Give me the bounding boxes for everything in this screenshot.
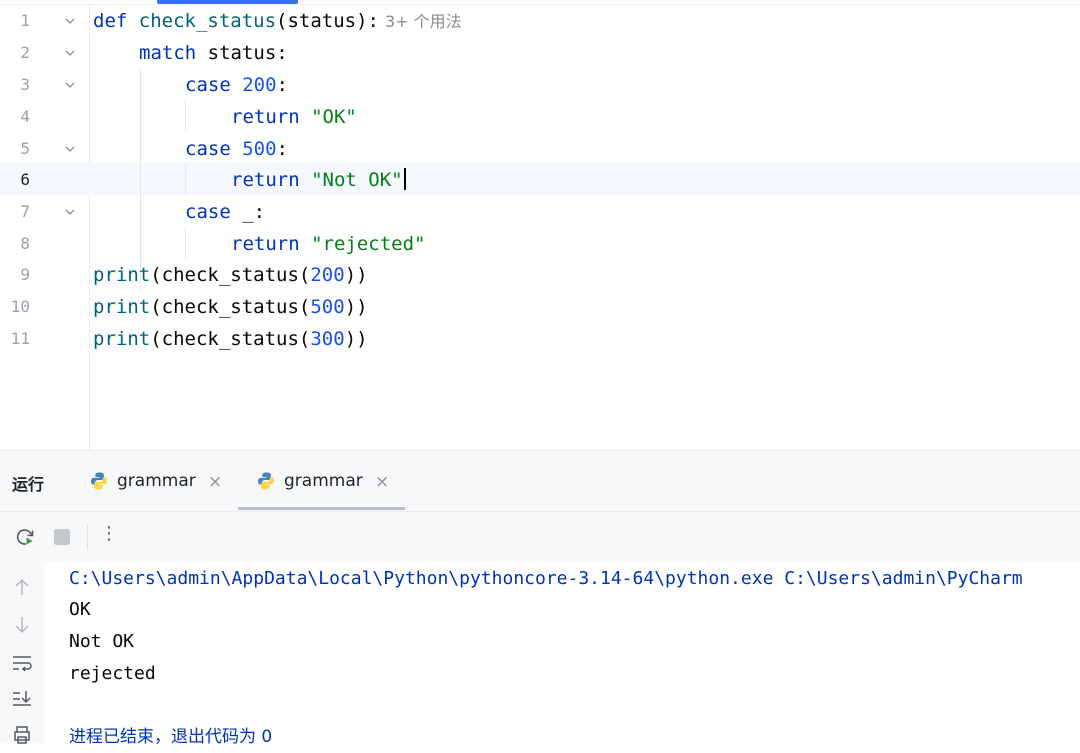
arrow-up-icon[interactable] [11,576,33,598]
code-text: return "OK" [231,101,357,133]
more-options-icon[interactable]: ⋮ [100,523,118,544]
soft-wrap-icon[interactable] [11,652,33,674]
code-line[interactable]: 8 return "rejected" [0,228,1080,260]
code-token: return [231,106,312,128]
chevron-down-icon[interactable] [63,78,77,92]
line-number: 5 [20,139,30,158]
code-token: 200 [310,264,345,286]
code-text: case 500: [185,133,288,165]
line-number: 2 [20,43,30,62]
run-tab-grammar-2[interactable]: grammar × [256,451,396,511]
code-text: def check_status(status): 3+ 个用法 [93,5,462,38]
run-tool-window-header: 运行 grammar × grammar × [0,451,1080,511]
chevron-down-icon[interactable] [63,46,77,60]
code-text: print(check_status(200)) [93,259,368,291]
code-text: print(check_status(500)) [93,291,368,323]
code-token: )) [344,264,368,286]
code-token: case [185,74,243,96]
code-line[interactable]: 7 case _: [0,196,1080,228]
python-icon [258,472,274,490]
chevron-down-icon[interactable] [63,205,77,219]
run-toolbar: ⋮ [0,511,1080,562]
rerun-icon[interactable] [14,526,36,548]
code-token: "rejected" [311,233,426,255]
line-number: 6 [20,170,30,189]
console-output-line: rejected [69,663,156,684]
code-text: return "rejected" [231,228,425,260]
code-line[interactable]: 4 return "OK" [0,101,1080,133]
code-token: print [93,264,151,286]
code-text: case _: [185,196,265,228]
line-number: 1 [20,11,30,30]
code-token: return [231,233,312,255]
code-line[interactable]: 10 print(check_status(500)) [0,291,1080,323]
console-command-line: C:\Users\admin\AppData\Local\Python\pyth… [69,568,1023,589]
code-line[interactable]: 1 def check_status(status): 3+ 个用法 [0,5,1080,37]
stop-icon[interactable] [51,526,73,548]
code-token: match [139,42,208,64]
line-number: 10 [10,297,30,316]
arrow-down-icon[interactable] [11,614,33,636]
usages-hint[interactable]: 3+ 个用法 [385,12,462,31]
line-number: 7 [20,202,30,221]
code-token: print [93,328,151,350]
code-token: (status): [276,10,379,32]
chevron-down-icon[interactable] [63,14,77,28]
code-token: case [185,201,243,223]
code-token: case [185,138,243,160]
code-token: "Not OK" [311,169,403,191]
code-token: check_status [138,10,277,32]
code-token: "OK" [311,106,357,128]
code-token: (check_status( [150,328,311,350]
console-output-line: OK [69,599,91,620]
code-text: return "Not OK" [231,164,406,196]
close-icon[interactable]: × [208,472,222,492]
code-token: 500 [310,296,345,318]
line-number: 8 [20,234,30,253]
console-side-toolbar [0,562,44,744]
code-token: return [231,169,312,191]
console-output-line: Not OK [69,631,135,652]
tab-label: grammar [117,471,196,491]
code-line[interactable]: 2 match status: [0,37,1080,69]
code-token: (check_status( [150,264,311,286]
text-caret [403,168,406,190]
code-token: : [276,138,288,160]
close-icon[interactable]: × [375,472,389,492]
code-text: print(check_status(300)) [93,323,368,355]
line-number: 11 [10,329,30,348]
run-panel-title: 运行 [12,475,45,494]
code-line[interactable]: 5 case 500: [0,133,1080,165]
code-token: 300 [310,328,345,350]
code-token: (check_status( [150,296,311,318]
line-number: 4 [20,107,30,126]
code-token: 200 [242,74,277,96]
code-text: case 200: [185,69,288,101]
code-token: : [276,74,288,96]
code-token: status: [207,42,288,64]
code-token: 500 [242,138,277,160]
code-text: match status: [139,37,288,69]
process-exit-message: 进程已结束，退出代码为 0 [69,727,273,747]
scroll-to-end-icon[interactable] [11,688,33,710]
line-number: 9 [20,265,30,284]
code-token: )) [344,328,368,350]
code-token: _: [242,201,266,223]
code-token: def [93,10,139,32]
toolbar-separator [87,524,88,550]
code-token: )) [344,296,368,318]
python-icon [91,472,107,490]
code-line[interactable]: 11 print(check_status(300)) [0,323,1080,355]
code-line[interactable]: 6 return "Not OK" [0,164,1080,196]
code-line[interactable]: 3 case 200: [0,69,1080,101]
tab-label: grammar [284,471,363,491]
code-token: print [93,296,151,318]
run-tab-grammar-1[interactable]: grammar × [89,451,229,511]
chevron-down-icon[interactable] [63,142,77,156]
active-tab-indicator [238,507,405,510]
code-line[interactable]: 9 print(check_status(200)) [0,259,1080,291]
console-output[interactable]: C:\Users\admin\AppData\Local\Python\pyth… [0,562,1080,747]
line-number: 3 [20,75,30,94]
